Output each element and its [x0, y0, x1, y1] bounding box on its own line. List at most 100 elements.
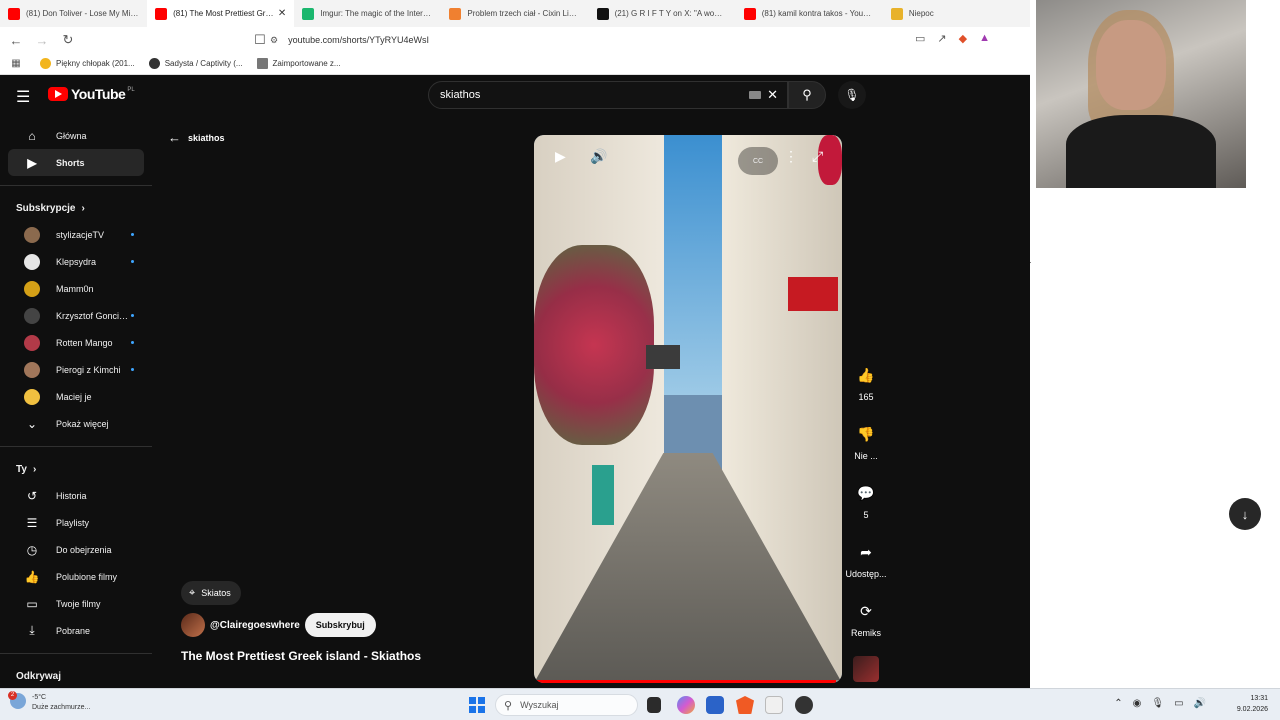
dislike-button[interactable]: 👎 Nie ... — [843, 420, 889, 479]
subscription-item[interactable]: Mamm0n — [8, 275, 144, 302]
clock-time: 13:31 — [1250, 695, 1268, 702]
channel-name[interactable]: @Clairegoeswhere — [210, 620, 300, 631]
thumbs-down-icon: 👎 — [857, 425, 875, 442]
sidebar-item-you[interactable]: ☰ Playlisty — [8, 509, 144, 536]
volume-icon[interactable]: 🔊 — [590, 148, 607, 165]
sidebar-item-home[interactable]: ⌂ Główna — [8, 122, 144, 149]
notepad-icon[interactable] — [765, 696, 783, 714]
fullscreen-icon[interactable]: ⤢ — [812, 148, 823, 165]
network-icon[interactable]: ◉ — [1133, 698, 1142, 709]
show-more-button[interactable]: ⌄ Pokaż więcej — [8, 410, 144, 437]
brave-browser-icon[interactable] — [736, 696, 754, 714]
back-icon[interactable]: ← — [6, 33, 26, 48]
taskbar-search[interactable]: ⚲ Wyszukaj — [495, 694, 638, 716]
browser-tab[interactable]: Niepoc — [883, 0, 1030, 27]
arrow-down-icon: ↓ — [1241, 506, 1249, 522]
clock[interactable]: 13:31 9.02.2026 — [1237, 693, 1268, 715]
clock-date: 9.02.2026 — [1236, 706, 1268, 713]
brave-rewards-icon[interactable]: ▲ — [979, 32, 990, 45]
clear-search-icon[interactable]: ✕ — [767, 87, 778, 103]
subscription-item[interactable]: Pierogi z Kimchi — [8, 356, 144, 383]
url-field[interactable]: ⚙ youtube.com/shorts/YTyRYU4eWsI — [270, 30, 990, 50]
video-title[interactable]: The Most Prettiest Greek island - Skiath… — [181, 649, 421, 663]
bookmark-item[interactable]: Piękny chłopak (201... — [40, 58, 135, 69]
chevron-up-icon[interactable]: ⌃ — [1114, 698, 1122, 709]
channel-avatar[interactable] — [181, 613, 205, 637]
site-info-icon[interactable]: ⚙ — [270, 35, 278, 46]
sidebar-item-shorts[interactable]: ▶ Shorts — [8, 149, 144, 176]
search-button[interactable]: ⚲ — [788, 81, 826, 109]
location-chip[interactable]: ⌖ Skiatos — [181, 581, 241, 605]
remix-button[interactable]: ⟳ Remiks — [843, 597, 889, 656]
subscription-item[interactable]: Rotten Mango — [8, 329, 144, 356]
close-tab-icon[interactable]: ✕ — [278, 8, 286, 19]
subscription-item[interactable]: stylizacjeTV — [8, 221, 144, 248]
sidebar-item-you[interactable]: ▭ Twoje filmy — [8, 590, 144, 617]
subscription-item[interactable]: Krzysztof Goncia... — [8, 302, 144, 329]
remix-label: Remiks — [850, 628, 881, 638]
microphone-tray-icon[interactable]: 🎙 — [1151, 698, 1164, 709]
video-progress-bar[interactable] — [534, 680, 842, 683]
store-icon[interactable] — [706, 696, 724, 714]
subscription-label: Rotten Mango — [56, 337, 113, 348]
browser-tab[interactable]: (81) kamil kontra takos - YouTube — [736, 0, 883, 27]
browser-tab[interactable]: (21) G R I F T Y on X: "A woman end — [589, 0, 736, 27]
subscription-item[interactable]: Klepsydra — [8, 248, 144, 275]
copilot-icon[interactable] — [677, 696, 695, 714]
task-view-icon[interactable] — [647, 697, 661, 713]
display-icon[interactable]: ▭ — [1174, 698, 1183, 709]
subscription-item[interactable]: Maciej je — [8, 383, 144, 410]
share-button[interactable]: ➦ Udostęp... — [843, 538, 889, 597]
search-input[interactable]: skiathos — [440, 89, 480, 101]
bookmark-item[interactable]: Sadysta / Captivity (... — [148, 58, 243, 69]
menu-icon[interactable]: ☰ — [16, 87, 30, 107]
obs-icon[interactable] — [795, 696, 813, 714]
watch-later-icon: ◷ — [26, 542, 38, 557]
bookmark-item[interactable]: Zaimportowane z... — [256, 58, 341, 69]
sidebar-item-you[interactable]: ↺ Historia — [8, 482, 144, 509]
youtube-logo[interactable]: YouTube PL — [48, 86, 135, 102]
tab-title: Problem trzech ciał - Cixin Liu | Księ — [467, 9, 580, 18]
more-options-icon[interactable]: ⋮ — [784, 148, 798, 165]
remix-icon: ⟳ — [860, 602, 872, 619]
sidebar-item-you[interactable]: 👍 Polubione filmy — [8, 563, 144, 590]
sound-thumbnail[interactable] — [853, 656, 879, 682]
sidebar-item-label: Główna — [56, 130, 87, 141]
like-button[interactable]: 👍 165 — [843, 361, 889, 420]
sidebar-divider — [0, 446, 152, 447]
share-page-icon[interactable]: ↗ — [937, 32, 946, 45]
sidebar-item-you[interactable]: ⤓ Pobrane — [8, 617, 144, 644]
play-icon[interactable]: ▶ — [555, 148, 566, 165]
bookmark-icon[interactable]: ☐ — [250, 32, 270, 48]
forward-icon[interactable]: → — [32, 33, 52, 48]
weather-widget[interactable]: 2 -5°C Duże zachmurze... — [8, 691, 90, 713]
shorts-player[interactable]: ▶ 🔊 CC ⋮ ⤢ — [534, 135, 842, 683]
voice-search-button[interactable]: 🎙 — [838, 81, 866, 109]
browser-tab[interactable]: Problem trzech ciał - Cixin Liu | Księ — [441, 0, 588, 27]
tab-favicon-icon — [8, 7, 20, 20]
new-content-dot — [131, 314, 134, 317]
comments-button[interactable]: 💬 5 — [843, 479, 889, 538]
browser-tab[interactable]: (81) Don Toliver - Lose My Mind (fea — [0, 0, 147, 27]
next-video-button[interactable]: ↓ — [1229, 498, 1261, 530]
you-header[interactable]: Ty › — [0, 456, 152, 482]
back-to-search[interactable]: ← skiathos — [168, 130, 225, 145]
sidebar-item-you[interactable]: ◷ Do obejrzenia — [8, 536, 144, 563]
reload-icon[interactable]: ↻ — [58, 32, 78, 48]
brave-shield-icon[interactable]: ◆ — [959, 32, 967, 45]
subscriptions-header[interactable]: Subskrypcje › — [0, 195, 152, 221]
search-box[interactable]: skiathos ✕ — [428, 81, 788, 109]
search-icon: ⚲ — [802, 87, 812, 102]
sidebar-item-label: Do obejrzenia — [56, 544, 112, 555]
browser-tab[interactable]: Imgur: The magic of the Internet — [294, 0, 441, 27]
browser-tab[interactable]: (81) The Most Prettiest Greek ✕ — [147, 0, 295, 27]
start-button[interactable] — [469, 697, 485, 713]
captions-button[interactable]: CC — [738, 147, 778, 175]
youtube-play-icon — [48, 87, 68, 101]
apps-grid-icon[interactable]: ▦ — [6, 58, 26, 69]
keyboard-icon[interactable] — [749, 91, 761, 99]
volume-tray-icon[interactable]: 🔊 — [1194, 698, 1206, 709]
cast-icon[interactable]: ▭ — [915, 32, 925, 45]
browser-tab-bar: (81) Don Toliver - Lose My Mind (fea (81)… — [0, 0, 1030, 27]
subscribe-button[interactable]: Subskrybuj — [304, 613, 376, 637]
